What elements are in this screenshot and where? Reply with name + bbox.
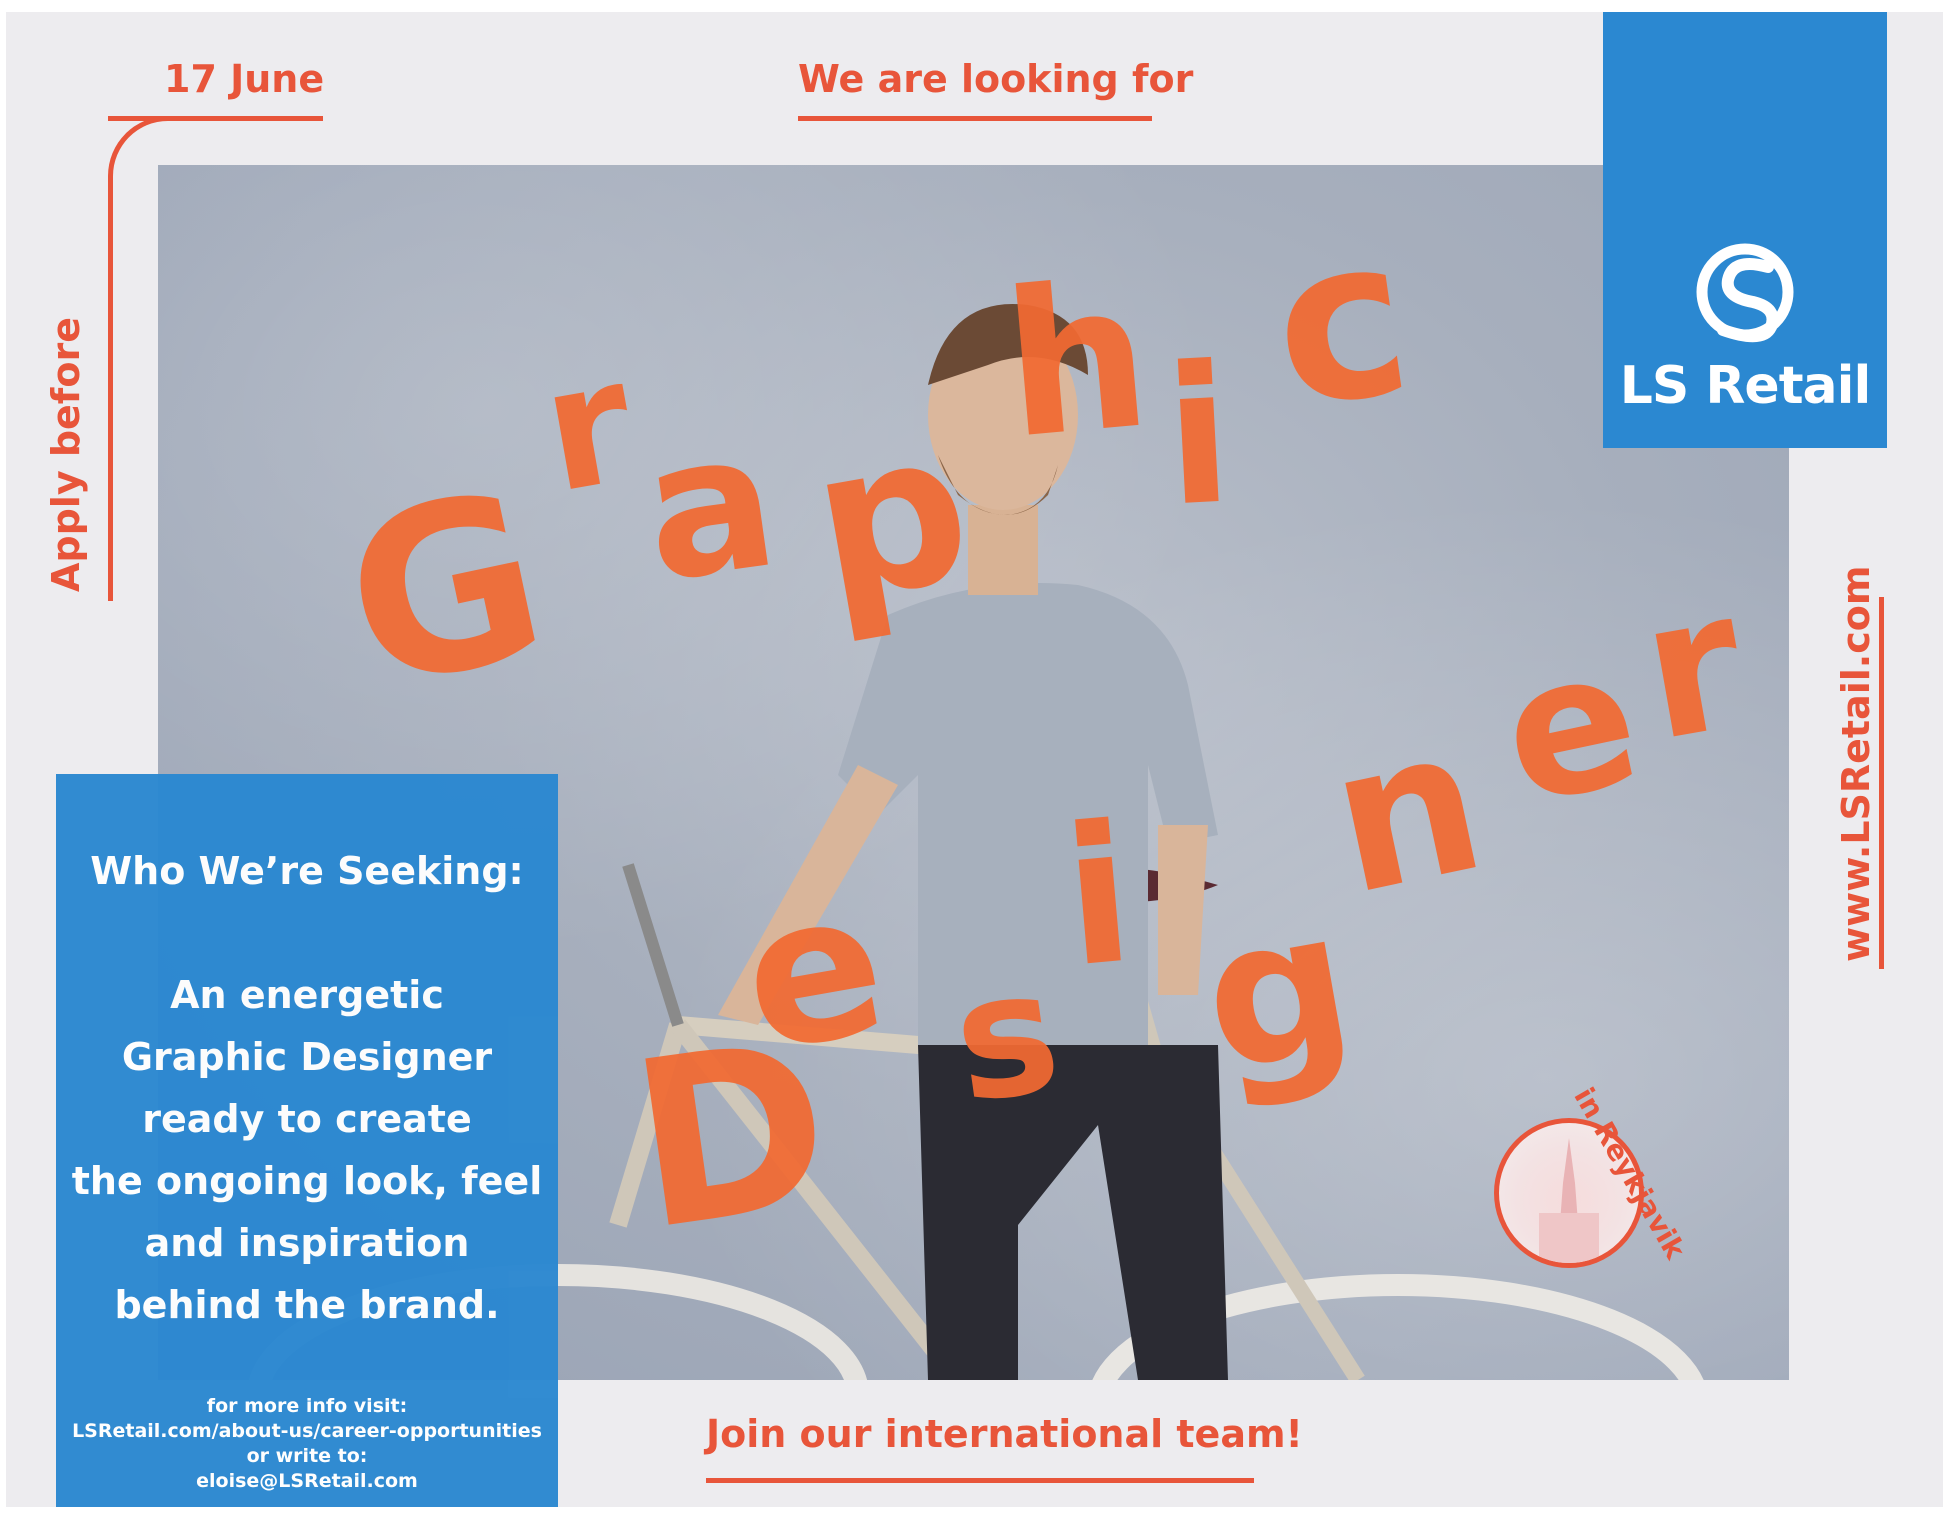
title-letter-i: i	[1160, 324, 1237, 549]
website-url[interactable]: www.LSRetail.com	[1834, 566, 1878, 962]
logo-name: LS Retail	[1619, 356, 1872, 416]
job-poster: 17 June We are looking for Apply before …	[6, 12, 1943, 1507]
info-line: An energetic	[170, 973, 444, 1017]
email-link[interactable]: eloise@LSRetail.com	[56, 1469, 558, 1494]
info-box: Who We’re Seeking: An energetic Graphic …	[56, 774, 558, 1507]
info-line: ready to create	[142, 1097, 472, 1141]
career-link[interactable]: LSRetail.com/about-us/career-opportuniti…	[56, 1419, 558, 1444]
heading-looking-for: We are looking for	[798, 57, 1194, 101]
contact-info: for more info visit: LSRetail.com/about-…	[56, 1394, 558, 1494]
contact-line: or write to:	[246, 1445, 368, 1467]
deadline-date: 17 June	[164, 57, 325, 101]
bracket-line	[108, 116, 323, 601]
info-line: behind the brand.	[114, 1283, 500, 1327]
website-underline	[1879, 597, 1884, 969]
join-underline	[706, 1478, 1254, 1483]
deadline-underline	[108, 116, 318, 121]
info-line: the ongoing look, feel	[71, 1159, 543, 1203]
title-letter-a: a	[631, 388, 789, 625]
join-team-cta: Join our international team!	[706, 1412, 1303, 1456]
apply-before-label: Apply before	[44, 317, 88, 592]
title-letter-h: h	[996, 239, 1159, 484]
info-title: Who We’re Seeking:	[90, 849, 524, 893]
info-description: An energetic Graphic Designer ready to c…	[56, 964, 558, 1336]
info-line: Graphic Designer	[121, 1035, 493, 1079]
info-line: and inspiration	[144, 1221, 470, 1265]
contact-line: for more info visit:	[206, 1395, 408, 1417]
heading-underline	[798, 116, 1152, 121]
ls-retail-logo-box[interactable]: LS Retail	[1603, 12, 1887, 448]
